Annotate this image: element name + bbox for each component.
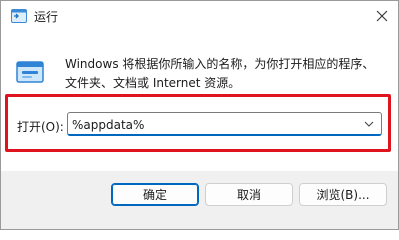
- run-program-icon: [13, 54, 47, 88]
- run-app-icon: [11, 9, 27, 23]
- browse-button[interactable]: 浏览(B)...: [299, 183, 387, 206]
- title-bar[interactable]: 运行: [1, 1, 398, 32]
- run-dialog: 运行 Windows 将根据你所输入的名称，为你打开相应的程序、 文件夹、文档或…: [0, 0, 399, 230]
- close-icon: [376, 10, 388, 22]
- open-input[interactable]: [72, 116, 352, 134]
- dialog-description: Windows 将根据你所输入的名称，为你打开相应的程序、 文件夹、文档或 In…: [65, 57, 375, 90]
- window-title: 运行: [34, 10, 59, 24]
- open-field-label: 打开(O):: [17, 120, 64, 134]
- close-button[interactable]: [371, 5, 393, 27]
- button-bar: 确定 取消 浏览(B)...: [1, 171, 398, 229]
- chevron-down-icon: [364, 121, 374, 127]
- dropdown-button[interactable]: [361, 116, 377, 132]
- dialog-body: Windows 将根据你所输入的名称，为你打开相应的程序、 文件夹、文档或 In…: [1, 32, 398, 171]
- cancel-button[interactable]: 取消: [205, 183, 293, 206]
- ok-button[interactable]: 确定: [111, 183, 199, 206]
- open-field-highlight: 打开(O):: [5, 94, 391, 152]
- open-combobox[interactable]: [67, 112, 382, 136]
